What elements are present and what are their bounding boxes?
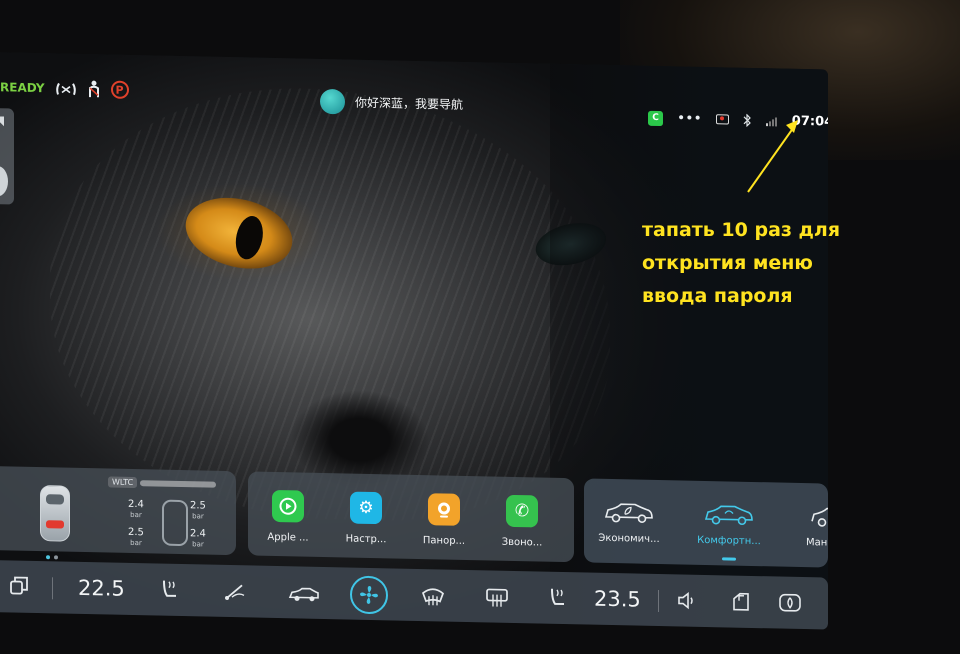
carplay-icon[interactable] xyxy=(272,489,304,523)
side-panel-handle[interactable] xyxy=(0,107,14,205)
status-bar-left: READY P xyxy=(0,78,129,99)
manual-car-icon xyxy=(784,501,828,531)
wiper-icon[interactable] xyxy=(224,581,248,602)
phone-icon[interactable]: ✆ xyxy=(506,494,538,528)
comfort-car-icon xyxy=(684,499,774,529)
app-panorama[interactable]: Панор... xyxy=(414,493,474,547)
multitask-icon[interactable] xyxy=(8,574,30,596)
window-icon[interactable] xyxy=(730,591,752,613)
side-knob[interactable] xyxy=(0,165,8,197)
tire-front-left: 2.4 bar xyxy=(128,498,144,520)
mode-economy[interactable]: Экономич... xyxy=(584,496,674,545)
car-recirculation-icon[interactable] xyxy=(288,584,320,603)
carplay-status-icon: C xyxy=(648,110,663,126)
passenger-temperature[interactable]: 23.5 xyxy=(594,587,641,612)
driver-temperature[interactable]: 22.5 xyxy=(78,576,125,601)
assistant-prompt: 你好深蓝，我要导航 xyxy=(355,95,464,112)
ready-indicator: READY xyxy=(0,80,45,96)
range-bar xyxy=(140,480,216,488)
annotation-line-3: ввода пароля xyxy=(642,285,793,307)
app-phone[interactable]: ✆ Звоно... xyxy=(492,494,552,549)
drive-modes-card: Экономич... Комфортн... Ман xyxy=(584,478,828,568)
seat-heat-right-icon[interactable] xyxy=(546,586,568,610)
tire-front-right: 2.5 bar xyxy=(190,500,206,521)
car-settings-icon[interactable] xyxy=(778,592,802,615)
panorama-camera-icon[interactable] xyxy=(428,493,460,526)
assistant-orb-icon[interactable] xyxy=(320,88,345,115)
tire-pressure-card[interactable]: WLTC 2.4 bar 2.5 bar 2.5 bar 2.4 bar xyxy=(0,466,236,560)
apps-card: Apple ... ⚙ Настр... Панор... ✆ Звоно... xyxy=(248,471,574,563)
app-apple-carplay[interactable]: Apple ... xyxy=(258,489,318,544)
seat-heat-left-icon[interactable] xyxy=(158,578,180,602)
annotation-line-1: тапать 10 раз для xyxy=(642,219,841,241)
volume-icon[interactable] xyxy=(676,589,698,611)
tire-car-outline-icon xyxy=(162,499,188,547)
mode-manual[interactable]: Ман xyxy=(784,501,828,550)
front-defrost-icon[interactable] xyxy=(420,585,446,608)
active-mode-indicator xyxy=(722,557,736,561)
head-unit-screen: READY P 你好深蓝，我要导航 C ••• 07:04 WLTC 2.4 b… xyxy=(0,52,828,630)
annotation-text: тапать 10 раз для открытия меню ввода па… xyxy=(642,214,902,313)
wltc-label: WLTC xyxy=(108,476,138,489)
vehicle-3d-icon xyxy=(40,485,70,542)
corner-icon xyxy=(0,116,4,127)
parking-brake-icon: P xyxy=(110,80,129,99)
rear-defrost-icon[interactable] xyxy=(484,586,510,609)
tire-warning-icon xyxy=(55,80,77,96)
annotation-arrow xyxy=(747,120,798,193)
eco-car-icon xyxy=(584,496,674,526)
fan-button-icon[interactable] xyxy=(350,575,388,615)
app-settings[interactable]: ⚙ Настр... xyxy=(336,491,396,545)
page-dots xyxy=(46,555,58,560)
voice-assistant[interactable]: 你好深蓝，我要导航 xyxy=(320,88,464,117)
mode-comfort[interactable]: Комфортн... xyxy=(684,499,774,548)
recording-icon xyxy=(715,114,729,125)
annotation-line-2: открытия меню xyxy=(642,252,813,274)
settings-gear-icon[interactable]: ⚙ xyxy=(350,491,382,525)
tire-rear-right: 2.4 bar xyxy=(190,528,206,549)
tire-rear-left: 2.5 bar xyxy=(128,526,144,548)
more-icon[interactable]: ••• xyxy=(677,110,702,127)
seatbelt-icon xyxy=(87,80,101,98)
